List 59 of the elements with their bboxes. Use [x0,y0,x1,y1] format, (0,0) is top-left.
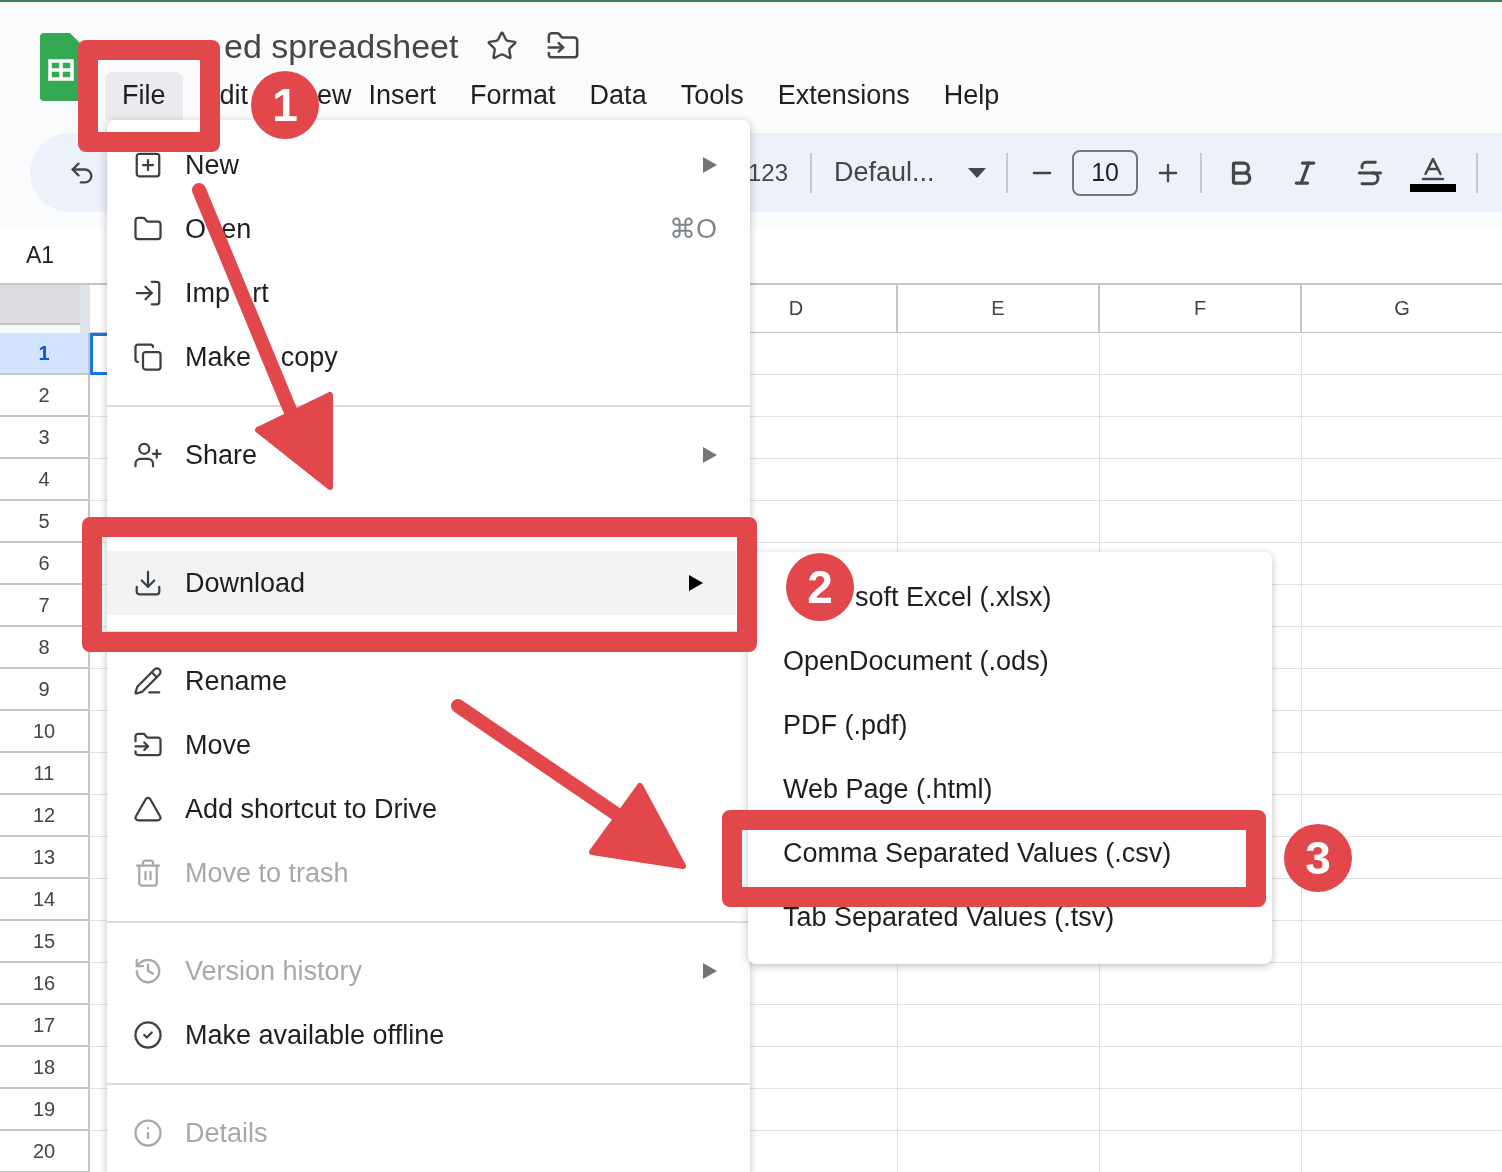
row-header[interactable]: 1 [0,333,90,375]
row-header[interactable]: 17 [0,1005,90,1047]
dropdown-caret-icon[interactable] [968,167,987,178]
history-icon [133,956,163,986]
copy-icon [133,342,163,372]
font-size-field[interactable]: 10 [1072,149,1139,196]
number-format-button[interactable]: 123 [748,158,789,187]
menu-item[interactable]: Download [107,551,736,615]
trash-icon [133,858,163,888]
menu-bar-item[interactable]: Data [572,72,664,120]
row-header[interactable]: 5 [0,501,90,543]
person-add-icon [133,440,163,470]
menu-bar-item[interactable]: File [105,72,183,120]
column-header[interactable]: F [1100,285,1302,333]
menu-item[interactable]: Share [107,423,750,487]
row-header[interactable]: 4 [0,459,90,501]
document-title[interactable]: ed spreadsheet [224,26,459,66]
row-header[interactable]: 2 [0,375,90,417]
menu-bar-item[interactable]: Help [926,72,1017,120]
download-icon [133,568,163,598]
drive-add-icon [133,794,163,824]
row-header[interactable]: 16 [0,963,90,1005]
menu-item[interactable]: Make available offline [107,1003,750,1067]
menu-bar-item[interactable]: dit [219,72,249,120]
shortcut-label: ⌘O [669,213,717,245]
menu-bar-item[interactable]: ew [317,72,352,120]
row-header[interactable]: 14 [0,879,90,921]
menu-bar-item[interactable]: Format [453,72,573,120]
submenu-item[interactable]: PDF (.pdf) [748,693,1272,757]
menu-item[interactable]: Move [107,713,750,777]
row-header[interactable]: 11 [0,753,90,795]
row-header[interactable]: 15 [0,921,90,963]
info-icon [133,1118,163,1148]
column-header[interactable]: E [898,285,1100,333]
row-header[interactable]: 10 [0,711,90,753]
star-icon[interactable] [486,30,519,62]
check-circle-icon [133,1020,163,1050]
menu-bar-item[interactable]: Extensions [760,72,927,120]
import-icon [133,278,163,308]
font-dropdown[interactable]: Defaul... [834,157,945,188]
row-header[interactable]: 13 [0,837,90,879]
sheets-logo-icon[interactable] [40,33,82,101]
menu-item[interactable]: Add shortcut to Drive [107,777,750,841]
menu-bar-item[interactable]: Tools [663,72,761,120]
new-file-icon [133,150,163,180]
row-header[interactable]: 9 [0,669,90,711]
text-color-swatch[interactable] [1410,183,1457,192]
menu-bar-item[interactable]: Insert [351,72,454,120]
submenu-item[interactable]: OpenDocument (.ods) [748,629,1272,693]
step-badge: 3 [1284,824,1352,892]
menu-item[interactable]: O en ⌘O [107,197,750,261]
row-header[interactable]: 19 [0,1089,90,1131]
row-header[interactable]: 20 [0,1131,90,1172]
pencil-icon [133,666,163,696]
name-box[interactable]: A1 [26,242,55,269]
row-header[interactable]: 18 [0,1047,90,1089]
row-header[interactable]: 3 [0,417,90,459]
menu-item[interactable]: Rename [107,649,750,713]
row-header[interactable]: 12 [0,795,90,837]
